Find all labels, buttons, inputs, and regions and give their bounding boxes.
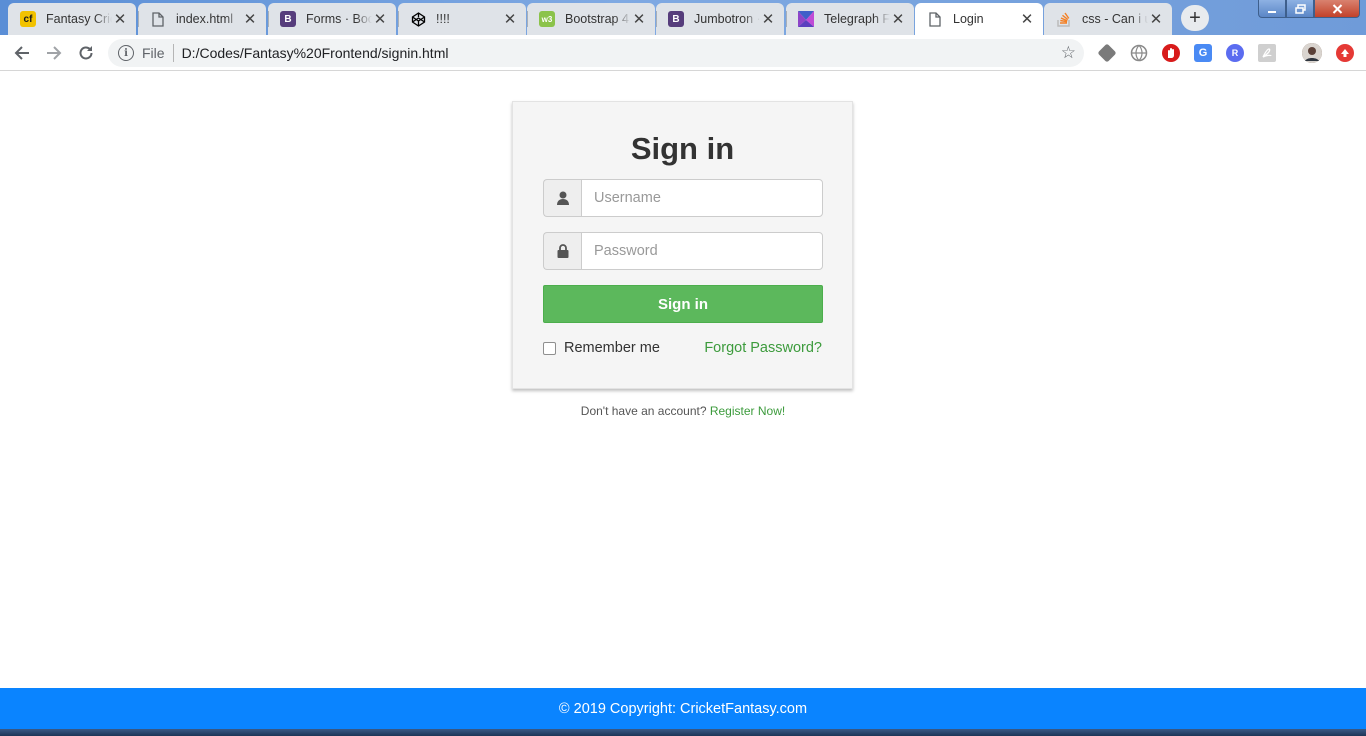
tab-fantasy-cricket[interactable]: cf Fantasy Cricket ✕ <box>8 3 136 35</box>
password-group <box>543 232 823 270</box>
remember-me[interactable]: Remember me <box>543 340 660 356</box>
register-link[interactable]: Register Now! <box>710 404 785 418</box>
tab-title: Telegraph Font <box>824 12 890 26</box>
address-bar[interactable]: i File D:/Codes/Fantasy%20Frontend/signi… <box>108 39 1084 67</box>
profile-avatar[interactable] <box>1302 43 1322 63</box>
bootstrap-icon: B <box>280 11 296 27</box>
browser-tab-strip: cf Fantasy Cricket ✕ index.html ✕ B Form… <box>0 0 1366 35</box>
info-icon[interactable]: i <box>118 45 134 61</box>
signin-button[interactable]: Sign in <box>543 285 823 323</box>
url-text[interactable]: D:/Codes/Fantasy%20Frontend/signin.html <box>182 45 449 61</box>
forward-arrow-icon <box>47 46 62 60</box>
tab-bootstrap-4-w3schools[interactable]: w3 Bootstrap 4 ✕ <box>527 3 655 35</box>
page-footer: © 2019 Copyright: CricketFantasy.com <box>0 688 1366 729</box>
tab-codepen[interactable]: !!!! ✕ <box>398 3 526 35</box>
bootstrap-icon: B <box>668 11 684 27</box>
tab-telegraph-font[interactable]: Telegraph Font ✕ <box>786 3 914 35</box>
tab-title: Bootstrap 4 <box>565 12 629 26</box>
restore-button[interactable] <box>1286 0 1314 18</box>
file-icon <box>150 11 166 27</box>
close-icon[interactable]: ✕ <box>760 11 776 28</box>
close-icon[interactable]: ✕ <box>112 11 128 28</box>
omnibox-divider <box>172 44 174 62</box>
new-tab-button[interactable]: + <box>1181 5 1209 31</box>
tab-title: index.html <box>176 12 233 26</box>
lock-icon <box>543 232 581 270</box>
tab-forms-bootstrap[interactable]: B Forms · Bootstrap ✕ <box>268 3 396 35</box>
tab-title: css - Can i use <box>1082 12 1148 26</box>
forgot-password-link[interactable]: Forgot Password? <box>704 340 822 356</box>
forward-button[interactable] <box>41 40 67 66</box>
back-arrow-icon <box>14 46 29 60</box>
signin-card: Sign in Sign in Remember me Forgot Passw… <box>512 101 853 389</box>
update-icon[interactable] <box>1336 44 1354 62</box>
close-icon[interactable]: ✕ <box>242 11 258 28</box>
tab-title: !!!! <box>436 12 450 26</box>
os-taskbar <box>0 729 1366 736</box>
scheme-label: File <box>142 45 165 61</box>
username-input[interactable] <box>581 179 823 217</box>
globe-icon[interactable] <box>1130 44 1148 62</box>
codepen-icon <box>410 11 426 27</box>
username-group <box>543 179 823 217</box>
user-icon <box>543 179 581 217</box>
remember-me-checkbox[interactable] <box>543 341 556 355</box>
pdf-icon[interactable] <box>1258 44 1276 62</box>
browser-toolbar: i File D:/Codes/Fantasy%20Frontend/signi… <box>0 35 1366 71</box>
file-icon <box>927 11 943 27</box>
cricket-icon: cf <box>20 11 36 27</box>
close-icon[interactable]: ✕ <box>631 11 647 28</box>
copyright-text: © 2019 Copyright: CricketFantasy.com <box>558 700 808 717</box>
react-devtools-icon[interactable]: R <box>1226 44 1244 62</box>
close-icon[interactable]: ✕ <box>890 11 906 28</box>
close-icon[interactable]: ✕ <box>1019 11 1035 28</box>
google-translate-icon[interactable]: G <box>1194 44 1212 62</box>
reload-button[interactable] <box>73 40 99 66</box>
tab-login[interactable]: Login ✕ <box>915 3 1043 35</box>
bookmark-star-icon[interactable]: ☆ <box>1061 43 1076 63</box>
remember-me-label: Remember me <box>564 340 660 356</box>
signin-heading: Sign in <box>630 131 735 166</box>
close-icon[interactable]: ✕ <box>372 11 388 28</box>
w3schools-icon: w3 <box>539 11 555 27</box>
tab-jumbotron[interactable]: B Jumbotron · Bootstrap ✕ <box>656 3 784 35</box>
minimize-button[interactable] <box>1258 0 1286 18</box>
tab-css-can-i-use[interactable]: css - Can i use ✕ <box>1044 3 1172 35</box>
window-controls <box>1258 0 1360 18</box>
register-prompt: Don't have an account? Register Now! <box>0 404 1366 418</box>
extension-layers-icon[interactable] <box>1097 43 1117 63</box>
reload-icon <box>79 46 93 60</box>
adblock-icon[interactable] <box>1162 44 1180 62</box>
window-close-button[interactable] <box>1314 0 1360 18</box>
password-input[interactable] <box>581 232 823 270</box>
tab-title: Jumbotron · Bootstrap <box>694 12 760 26</box>
no-account-text: Don't have an account? <box>580 404 707 418</box>
tab-title: Fantasy Cricket <box>46 12 112 26</box>
tab-title: Forms · Bootstrap <box>306 12 372 26</box>
telegraph-icon <box>798 11 814 27</box>
stackoverflow-icon <box>1056 11 1072 27</box>
close-icon[interactable]: ✕ <box>502 11 518 28</box>
back-button[interactable] <box>9 40 35 66</box>
close-icon[interactable]: ✕ <box>1148 11 1164 28</box>
tab-title: Login <box>953 12 984 26</box>
tab-index-html[interactable]: index.html ✕ <box>138 3 266 35</box>
